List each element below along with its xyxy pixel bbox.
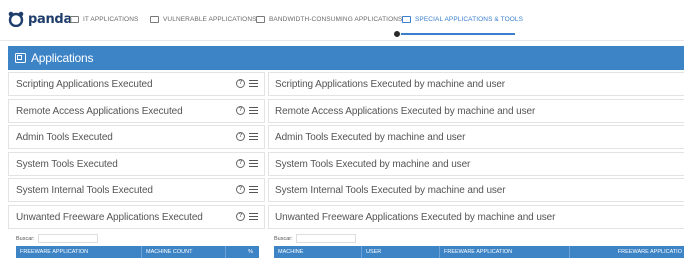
info-icon[interactable]: ? [236, 159, 245, 168]
column-header-freeware-application[interactable]: FREEWARE APPLICATION [16, 246, 142, 258]
tab-label: BANDWIDTH-CONSUMING APPLICATIONS [269, 16, 403, 23]
window-icon [150, 16, 159, 23]
left-table-search: Buscar: [16, 234, 98, 243]
panel-system-tools[interactable]: System Tools Executed ? [8, 152, 265, 176]
search-label: Buscar: [274, 235, 293, 242]
info-icon[interactable]: ? [236, 79, 245, 88]
info-icon[interactable]: ? [236, 185, 245, 194]
top-navigation: panda IT APPLICATIONS VULNERABLE APPLICA… [0, 0, 684, 40]
panel-title: System Tools Executed [16, 158, 118, 170]
column-header-percent[interactable]: % [226, 246, 259, 258]
search-input[interactable] [37, 234, 98, 243]
left-table-header: FREEWARE APPLICATION MACHINE COUNT % [16, 246, 259, 258]
panel-title: System Internal Tools Executed by machin… [275, 184, 506, 196]
applications-header: Applications [8, 46, 684, 70]
window-icon [402, 16, 411, 23]
window-icon [70, 16, 79, 23]
column-header-machine-count[interactable]: MACHINE COUNT [142, 246, 226, 258]
panel-admin-tools[interactable]: Admin Tools Executed ? [8, 125, 265, 149]
panel-system-tools-by-machine[interactable]: System Tools Executed by machine and use… [268, 152, 684, 176]
menu-icon[interactable] [249, 133, 258, 141]
tab-label: VULNERABLE APPLICATIONS [163, 16, 257, 23]
column-header-freeware-application[interactable]: FREEWARE APPLICATION [440, 246, 570, 258]
menu-icon[interactable] [249, 186, 258, 194]
menu-icon[interactable] [249, 80, 258, 88]
panel-title: Remote Access Applications Executed [16, 105, 183, 117]
brand-logo[interactable]: panda [8, 11, 72, 27]
active-tab-indicator-dot [393, 30, 401, 38]
column-header-machine[interactable]: MACHINE [274, 246, 362, 258]
tab-bandwidth-consuming-applications[interactable]: BANDWIDTH-CONSUMING APPLICATIONS [256, 16, 402, 23]
page-title: Applications [31, 51, 94, 65]
window-icon [256, 16, 265, 23]
tab-it-applications[interactable]: IT APPLICATIONS [70, 16, 138, 23]
tab-special-applications-tools[interactable]: SPECIAL APPLICATIONS & TOOLS [402, 16, 523, 23]
right-table-search: Buscar: [274, 234, 356, 243]
panda-logo-icon [8, 11, 24, 27]
panel-title: Admin Tools Executed by machine and user [275, 131, 466, 143]
panel-title: Scripting Applications Executed [16, 78, 153, 90]
info-icon[interactable]: ? [236, 212, 245, 221]
panel-admin-tools-by-machine[interactable]: Admin Tools Executed by machine and user [268, 125, 684, 149]
tab-label: IT APPLICATIONS [83, 16, 139, 23]
panel-scripting-applications[interactable]: Scripting Applications Executed ? [8, 72, 265, 96]
panel-remote-access-applications[interactable]: Remote Access Applications Executed ? [8, 99, 265, 123]
info-icon[interactable]: ? [236, 106, 245, 115]
menu-icon[interactable] [249, 160, 258, 168]
panel-unwanted-freeware-applications[interactable]: Unwanted Freeware Applications Executed … [8, 205, 265, 229]
column-header-user[interactable]: USER [362, 246, 440, 258]
panel-title: Unwanted Freeware Applications Executed [16, 211, 203, 223]
panel-title: System Tools Executed by machine and use… [275, 158, 471, 170]
tab-vulnerable-applications[interactable]: VULNERABLE APPLICATIONS [150, 16, 257, 23]
nav-divider [0, 40, 684, 41]
panel-system-internal-tools[interactable]: System Internal Tools Executed ? [8, 178, 265, 202]
applications-icon [15, 53, 26, 63]
brand-name: panda [28, 11, 72, 27]
search-label: Buscar: [16, 235, 35, 242]
panel-scripting-applications-by-machine[interactable]: Scripting Applications Executed by machi… [268, 72, 684, 96]
right-table-header: MACHINE USER FREEWARE APPLICATION FREEWA… [274, 246, 684, 258]
column-header-freeware-application-2[interactable]: FREEWARE APPLICATIO [570, 246, 684, 258]
panel-title: Remote Access Applications Executed by m… [275, 105, 536, 117]
panel-unwanted-freeware-applications-by-machine[interactable]: Unwanted Freeware Applications Executed … [268, 205, 684, 229]
menu-icon[interactable] [249, 107, 258, 115]
tab-label: SPECIAL APPLICATIONS & TOOLS [415, 16, 524, 23]
panel-title: System Internal Tools Executed [16, 184, 153, 196]
active-tab-underline [397, 33, 515, 35]
panel-title: Admin Tools Executed [16, 131, 113, 143]
info-icon[interactable]: ? [236, 132, 245, 141]
panel-system-internal-tools-by-machine[interactable]: System Internal Tools Executed by machin… [268, 178, 684, 202]
panel-remote-access-applications-by-machine[interactable]: Remote Access Applications Executed by m… [268, 99, 684, 123]
panel-title: Scripting Applications Executed by machi… [275, 78, 506, 90]
menu-icon[interactable] [249, 213, 258, 221]
panel-title: Unwanted Freeware Applications Executed … [275, 211, 556, 223]
search-input[interactable] [295, 234, 356, 243]
